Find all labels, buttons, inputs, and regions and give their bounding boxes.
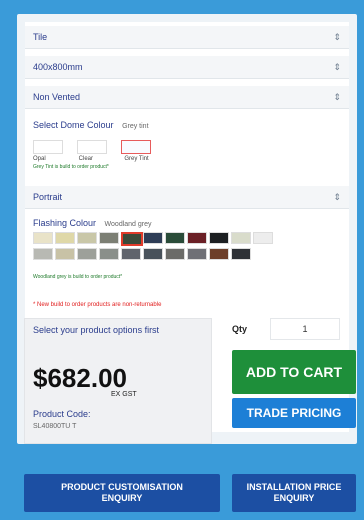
- flashing-swatch[interactable]: [187, 248, 207, 260]
- qty-label: Qty: [232, 324, 248, 334]
- chevron-updown-icon: ⇕: [333, 32, 341, 42]
- flashing-swatch[interactable]: [121, 248, 141, 260]
- price: $682.00: [33, 363, 127, 393]
- flashing-colour-title: Flashing Colour Woodland grey: [33, 218, 152, 228]
- dome-colour-title: Select Dome Colour Grey tint: [33, 120, 149, 130]
- dome-option-grey-tint[interactable]: [121, 140, 151, 154]
- build-to-order-hint: * New build to order products are non-re…: [33, 302, 162, 308]
- flashing-swatch[interactable]: [99, 232, 119, 244]
- flashing-swatch[interactable]: [165, 248, 185, 260]
- flashing-swatch[interactable]: [77, 248, 97, 260]
- dome-note: Grey Tint is build to order product*: [33, 164, 109, 170]
- trade-pricing-button[interactable]: TRADE PRICING: [232, 398, 356, 428]
- add-to-cart-button[interactable]: ADD TO CART: [232, 350, 356, 394]
- flashing-note: Woodland grey is build to order product*: [33, 274, 123, 280]
- chevron-updown-icon: ⇕: [333, 192, 341, 202]
- orientation-select[interactable]: Portrait ⇕: [25, 186, 349, 209]
- price-box: Select your product options first $682.0…: [24, 318, 212, 444]
- product-code: SL40800TU T: [33, 423, 77, 430]
- installation-price-enquiry-button[interactable]: INSTALLATION PRICE ENQUIRY: [232, 474, 356, 512]
- flashing-swatch[interactable]: [55, 232, 75, 244]
- flashing-swatch[interactable]: [231, 232, 251, 244]
- vented-select-value: Non Vented: [33, 92, 81, 102]
- flashing-swatch[interactable]: [77, 232, 97, 244]
- size-select[interactable]: 400x800mm ⇕: [25, 56, 349, 79]
- flashing-selected-value: Woodland grey: [104, 221, 152, 228]
- flashing-swatch[interactable]: [33, 248, 53, 260]
- flashing-swatch[interactable]: [99, 248, 119, 260]
- flashing-swatch[interactable]: [231, 248, 251, 260]
- ex-gst-label: EX GST: [111, 391, 137, 398]
- dome-option-labels: Opal Clear Grey Tint: [33, 156, 233, 162]
- dome-option-label: Opal: [33, 156, 46, 162]
- dome-option-opal[interactable]: [33, 140, 63, 154]
- flashing-swatch[interactable]: [187, 232, 207, 244]
- qty-input[interactable]: 1: [270, 318, 340, 340]
- size-select-value: 400x800mm: [33, 62, 83, 72]
- vented-select[interactable]: Non Vented ⇕: [25, 86, 349, 109]
- orientation-select-value: Portrait: [33, 192, 63, 202]
- dome-option-label: Clear: [78, 156, 94, 162]
- options-prompt: Select your product options first: [33, 325, 160, 335]
- product-code-label: Product Code:: [33, 409, 91, 419]
- flashing-swatch[interactable]: [121, 232, 143, 246]
- dome-colour-label: Select Dome Colour: [33, 120, 114, 130]
- chevron-updown-icon: ⇕: [333, 62, 341, 72]
- dome-option-clear[interactable]: [77, 140, 107, 154]
- type-select[interactable]: Tile ⇕: [25, 26, 349, 49]
- flashing-swatch[interactable]: [143, 232, 163, 244]
- flashing-swatch[interactable]: [33, 232, 53, 244]
- product-customisation-enquiry-button[interactable]: PRODUCT CUSTOMISATION ENQUIRY: [24, 474, 220, 512]
- chevron-updown-icon: ⇕: [333, 92, 341, 102]
- flashing-swatch[interactable]: [143, 248, 163, 260]
- flashing-swatch[interactable]: [55, 248, 75, 260]
- type-select-value: Tile: [33, 32, 48, 42]
- flashing-swatch[interactable]: [209, 232, 229, 244]
- flashing-swatch[interactable]: [209, 248, 229, 260]
- flashing-swatch[interactable]: [253, 232, 273, 244]
- flashing-colour-label: Flashing Colour: [33, 218, 97, 228]
- dome-option-label: Grey Tint: [124, 156, 149, 162]
- dome-selected-value: Grey tint: [122, 123, 149, 130]
- flashing-swatch[interactable]: [165, 232, 185, 244]
